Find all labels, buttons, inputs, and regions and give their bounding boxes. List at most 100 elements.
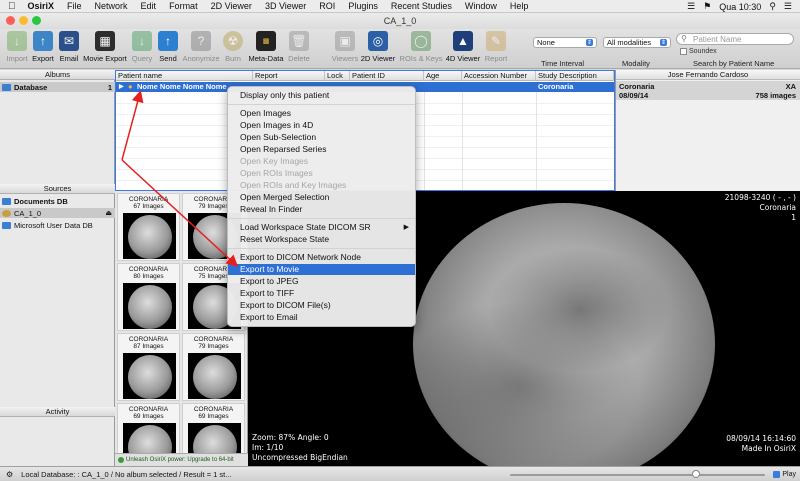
menu-help[interactable]: Help [510,1,529,11]
menu-3d-viewer[interactable]: 3D Viewer [265,1,306,11]
burn-button[interactable]: ☢ Burn [218,31,248,63]
send-icon: ↑ [158,31,178,51]
report-button[interactable]: ✎ Report [481,31,511,63]
activity-header: Activity [0,407,115,417]
disclosure-triangle-icon[interactable]: ▶ [119,82,124,92]
zoom-window-icon[interactable] [32,16,41,25]
spotlight-icon[interactable]: ⚲ [769,1,776,12]
source-ca-1-0[interactable]: CA_1_0 ⏏ [0,208,115,218]
menu-item-reset-workspace-state[interactable]: Reset Workspace State [228,234,415,245]
series-thumbnail[interactable]: CORONARIA 69 Images [182,403,245,453]
info-selected-study[interactable]: Coronaria XA 08/09/14 758 images [616,81,800,100]
modality-select[interactable]: All modalities ⇕ [603,37,671,48]
menu-item-export-to-email[interactable]: Export to Email [228,312,415,323]
column-patient-id[interactable]: Patient ID [350,71,424,81]
source-documents-db[interactable]: Documents DB [0,196,115,206]
menu-2d-viewer[interactable]: 2D Viewer [211,1,252,11]
menu-item-export-to-dicom-network-node[interactable]: Export to DICOM Network Node [228,252,415,263]
menu-clock[interactable]: Qua 10:30 [719,2,761,12]
column-divider [424,92,425,190]
rois-keys-button[interactable]: ◯ ROIs & Keys [400,31,442,63]
context-menu: Display only this patient Open Images Op… [227,86,416,327]
menu-app[interactable]: OsiriX [28,1,55,11]
disc-icon [2,209,11,217]
column-accession-number[interactable]: Accession Number [462,71,536,81]
flag-icon[interactable]: ⚑ [703,1,711,12]
status-bar: ⚙ Local Database: : CA_1_0 / No album se… [0,466,800,481]
minimize-window-icon[interactable] [19,16,28,25]
series-thumbnail[interactable]: CORONARIA 67 Images [117,193,180,261]
meta-data-button[interactable]: ▩ Meta-Data [249,31,284,63]
send-button[interactable]: ↑ Send [153,31,183,63]
export-icon: ↑ [33,31,53,51]
notifications-icon[interactable]: ☰ [784,1,792,12]
wifi-icon[interactable]: ☰ [687,1,695,12]
soundex-checkbox[interactable]: Soundex [680,48,717,55]
menu-item-load-workspace-state[interactable]: Load Workspace State DICOM SR ▶ [228,222,415,233]
status-text: Local Database: : CA_1_0 / No album sele… [21,469,232,479]
menu-item-reveal-in-finder[interactable]: Reveal In Finder [228,204,415,215]
patient-search-input[interactable]: ⚲ Patient Name [676,33,794,45]
source-microsoft-user-data-db[interactable]: Microsoft User Data DB [0,220,115,230]
thumbnail-image [188,353,241,399]
series-thumbnail[interactable]: CORONARIA 79 Images [182,333,245,401]
series-thumbnail[interactable]: CORONARIA 69 Images [117,403,180,453]
album-database[interactable]: Database 1 [0,82,115,92]
apple-menu-icon[interactable]:  [8,1,16,12]
menu-item-export-to-tiff[interactable]: Export to TIFF [228,288,415,299]
time-interval-select[interactable]: None ⇕ [533,37,597,48]
menu-network[interactable]: Network [95,1,128,11]
thumbnail-image [123,283,176,329]
2d-viewer-button[interactable]: ◎ 2D Viewer [361,31,395,63]
menu-roi[interactable]: ROI [319,1,335,11]
4d-viewer-button[interactable]: ▲ 4D Viewer [446,31,480,63]
menu-file[interactable]: File [67,1,82,11]
select-arrow-icon: ⇕ [585,39,593,46]
column-divider [462,92,463,190]
viewers-button[interactable]: ▣ Viewers [330,31,360,63]
menu-item-export-to-dicom-files[interactable]: Export to DICOM File(s) [228,300,415,311]
menu-edit[interactable]: Edit [141,1,157,11]
study-info-pane: Jose Fernando Cardoso Coronaria XA 08/09… [615,70,800,191]
frame-slider-handle[interactable] [692,470,700,478]
close-window-icon[interactable] [6,16,15,25]
rois-keys-icon: ◯ [411,31,431,51]
menu-format[interactable]: Format [169,1,198,11]
menu-window[interactable]: Window [465,1,497,11]
menu-separator [228,218,415,219]
column-lock[interactable]: Lock [325,71,350,81]
menu-separator [228,248,415,249]
menu-recent-studies[interactable]: Recent Studies [391,1,452,11]
menu-item-open-merged-selection[interactable]: Open Merged Selection [228,192,415,203]
anonymize-button[interactable]: ? Anonymize [182,31,220,63]
movie-export-button[interactable]: ▦ Movie Export [83,31,127,63]
email-button[interactable]: ✉ Email [54,31,84,63]
play-checkbox[interactable]: Play [773,471,796,478]
window-title-bar: CA_1_0 [0,13,800,29]
menu-item-open-sub-selection[interactable]: Open Sub-Selection [228,132,415,143]
gear-icon[interactable]: ⚙ [6,470,13,479]
menu-item-export-to-movie[interactable]: Export to Movie [228,264,415,275]
menu-item-open-images[interactable]: Open Images [228,108,415,119]
window-title: CA_1_0 [383,16,417,26]
menu-item-display-only-this-patient[interactable]: Display only this patient [228,90,415,101]
series-thumbnail[interactable]: CORONARIA 80 Images [117,263,180,331]
column-study-description[interactable]: Study Description [536,71,614,81]
column-patient-name[interactable]: Patient name [116,71,253,81]
eject-icon[interactable]: ⏏ [105,209,112,217]
angiography-image [413,203,715,466]
menu-item-export-to-jpeg[interactable]: Export to JPEG [228,276,415,287]
column-age[interactable]: Age [424,71,462,81]
viewer-zoom: Zoom: 87% Angle: 0 [252,433,329,442]
column-report[interactable]: Report [253,71,325,81]
delete-button[interactable]: 🗑 Delete [284,31,314,63]
upgrade-banner[interactable]: Unleash OsiriX power: Upgrade to 64-bit [115,453,248,466]
menu-item-open-reparsed-series[interactable]: Open Reparsed Series [228,144,415,155]
menu-plugins[interactable]: Plugins [348,1,378,11]
series-thumbnail[interactable]: CORONARIA 87 Images [117,333,180,401]
toolbar: ↓ Import ↑ Export ✉ Email ▦ Movie Export ↓ Qu… [0,29,800,69]
frame-slider-track[interactable] [510,474,765,476]
viewer-study: Coronaria [759,203,796,212]
thumbnail-image [123,213,176,259]
menu-item-open-images-in-4d[interactable]: Open Images in 4D [228,120,415,131]
